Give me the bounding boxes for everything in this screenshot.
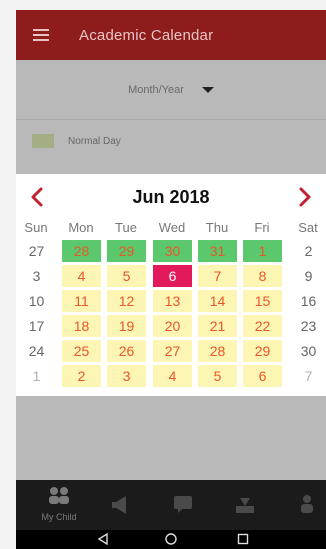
home-button[interactable] xyxy=(164,532,178,549)
calendar-day[interactable]: 5 xyxy=(198,365,237,387)
calendar-day[interactable]: 29 xyxy=(243,340,282,362)
calendar-day[interactable]: 20 xyxy=(153,315,192,337)
next-month-button[interactable] xyxy=(292,184,316,210)
calendar-day[interactable]: 29 xyxy=(107,240,146,262)
calendar-day[interactable]: 21 xyxy=(198,315,237,337)
legend-label: Normal Day xyxy=(68,135,121,147)
weekday-label: Sun xyxy=(24,220,48,235)
app-toolbar: Academic Calendar xyxy=(16,10,326,60)
calendar-day[interactable]: 4 xyxy=(153,365,192,387)
weekday-header-row: Sun Mon Tue Wed Thu Fri Sat xyxy=(16,220,326,236)
calendar-day[interactable]: 3 xyxy=(107,365,146,387)
caret-down-icon xyxy=(201,86,214,93)
calendar-popup: Jun 2018 Sun Mon Tue Wed Thu Fri Sat 27 28 29 30 3… xyxy=(16,174,326,396)
calendar-day[interactable]: 26 xyxy=(107,340,146,362)
calendar-header: Jun 2018 xyxy=(16,184,326,210)
calendar-day[interactable]: 30 xyxy=(153,240,192,262)
calendar-day[interactable]: 9 xyxy=(289,265,326,287)
calendar-day[interactable]: 12 xyxy=(107,290,146,312)
calendar-day[interactable]: 1 xyxy=(17,365,56,387)
calendar-day[interactable]: 1 xyxy=(243,240,282,262)
weekday-label: Sat xyxy=(298,220,318,235)
calendar-day[interactable]: 3 xyxy=(17,265,56,287)
calendar-day[interactable]: 13 xyxy=(153,290,192,312)
month-year-dropdown-value: Month/Year xyxy=(128,83,184,96)
calendar-day[interactable]: 11 xyxy=(62,290,101,312)
calendar-day[interactable]: 31 xyxy=(198,240,237,262)
nav-item-messages[interactable] xyxy=(152,480,214,530)
calendar-day[interactable]: 28 xyxy=(198,340,237,362)
calendar-day[interactable]: 15 xyxy=(243,290,282,312)
calendar-day-selected[interactable]: 6 xyxy=(153,265,192,287)
calendar-day[interactable]: 24 xyxy=(17,340,56,362)
recents-square-icon xyxy=(237,533,249,545)
calendar-day[interactable]: 18 xyxy=(62,315,101,337)
legend-swatch xyxy=(32,134,54,148)
chat-icon xyxy=(174,496,192,513)
nav-item-announcements[interactable] xyxy=(90,480,152,530)
calendar-day[interactable]: 22 xyxy=(243,315,282,337)
calendar-day[interactable]: 23 xyxy=(289,315,326,337)
calendar-day[interactable]: 7 xyxy=(198,265,237,287)
system-navigation-bar xyxy=(16,530,326,549)
menu-icon[interactable] xyxy=(33,29,49,41)
month-year-dropdown[interactable]: Month/Year xyxy=(16,60,326,120)
calendar-day[interactable]: 19 xyxy=(107,315,146,337)
calendar-day[interactable]: 16 xyxy=(289,290,326,312)
chevron-right-icon xyxy=(299,187,311,207)
calendar-day[interactable]: 17 xyxy=(17,315,56,337)
calendar-day[interactable]: 7 xyxy=(289,365,326,387)
calendar-day[interactable]: 10 xyxy=(17,290,56,312)
calendar-day[interactable]: 8 xyxy=(243,265,282,287)
calendar-day[interactable]: 2 xyxy=(62,365,101,387)
calendar-day[interactable]: 4 xyxy=(62,265,101,287)
calendar-day[interactable]: 14 xyxy=(198,290,237,312)
megaphone-icon xyxy=(112,496,126,514)
calendar-month-label: Jun 2018 xyxy=(132,187,210,207)
calendar-day[interactable]: 5 xyxy=(107,265,146,287)
calendar-day[interactable]: 25 xyxy=(62,340,101,362)
calendar-day[interactable]: 6 xyxy=(243,365,282,387)
page-title: Academic Calendar xyxy=(79,26,214,44)
nav-item-downloads[interactable] xyxy=(214,480,276,530)
app-screen: Academic Calendar Month/Year Normal Day … xyxy=(16,10,326,549)
home-circle-icon xyxy=(165,533,177,545)
calendar-day[interactable]: 28 xyxy=(62,240,101,262)
person-icon xyxy=(301,495,313,513)
people-icon xyxy=(49,487,69,504)
calendar-day[interactable]: 27 xyxy=(153,340,192,362)
calendar-day[interactable]: 30 xyxy=(289,340,326,362)
weekday-label: Mon xyxy=(68,220,94,235)
recents-button[interactable] xyxy=(236,532,250,549)
back-button[interactable] xyxy=(96,532,110,549)
bottom-navigation: My Child xyxy=(16,480,326,530)
nav-item-label: My Child xyxy=(41,512,77,522)
legend-item: Normal Day xyxy=(32,134,121,148)
weekday-label: Thu xyxy=(205,220,229,235)
nav-item-my-child[interactable]: My Child xyxy=(28,480,90,530)
calendar-day[interactable]: 27 xyxy=(17,240,56,262)
calendar-day[interactable]: 2 xyxy=(289,240,326,262)
weekday-label: Fri xyxy=(254,220,270,235)
download-icon xyxy=(236,498,254,513)
back-triangle-icon xyxy=(97,532,108,546)
weekday-label: Wed xyxy=(158,220,186,235)
weekday-label: Tue xyxy=(115,220,137,235)
nav-item-profile[interactable] xyxy=(276,480,326,530)
